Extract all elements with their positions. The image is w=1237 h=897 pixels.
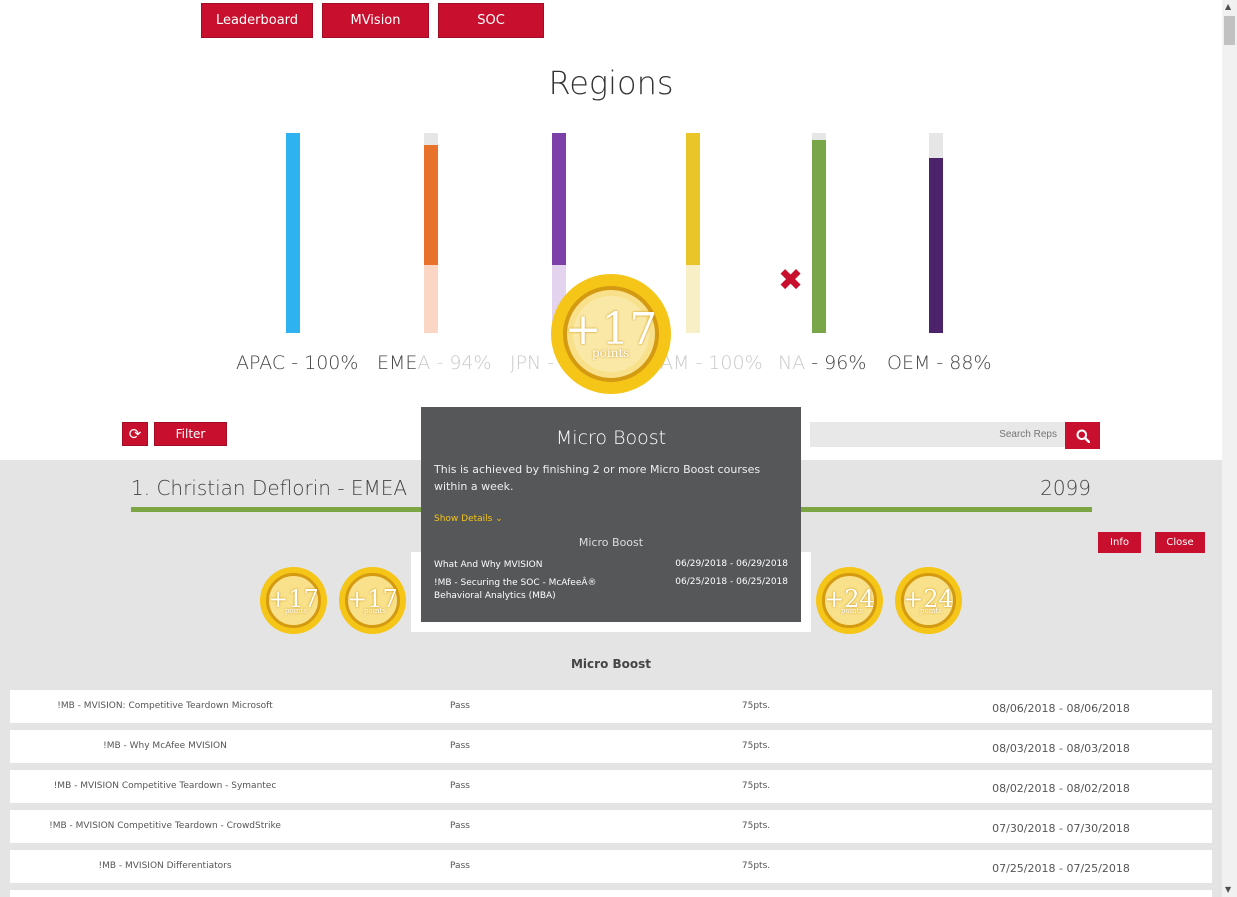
badge-medal[interactable]: +24 points xyxy=(816,567,883,634)
region-label-emea: EMEA - 94% xyxy=(377,352,492,374)
app-root: Leaderboard MVision SOC Regions ✖ APAC -… xyxy=(0,0,1237,897)
region-label-oem: OEM - 88% xyxy=(887,352,992,374)
region-label-jpn: JPN - xyxy=(510,352,555,374)
popup-item-date: 06/25/2018 - 06/25/2018 xyxy=(675,577,788,587)
top-nav: Leaderboard MVision SOC xyxy=(201,3,544,38)
medal-unit: points xyxy=(364,607,386,615)
show-details-link[interactable]: Show Details ⌄ xyxy=(434,514,503,524)
course-date: 07/25/2018 - 07/25/2018 xyxy=(992,862,1130,875)
badge-popup: Micro Boost This is achieved by finishin… xyxy=(421,407,801,622)
search-button[interactable] xyxy=(1065,422,1100,449)
big-medal-badge[interactable]: +17 points xyxy=(551,274,671,394)
region-bar-fill xyxy=(929,158,943,333)
scroll-up-icon[interactable]: ▲ xyxy=(1225,2,1231,11)
table-row[interactable]: !MB - MVISION: Competitive Teardown Micr… xyxy=(10,690,1212,723)
region-label-am: AM - 100% xyxy=(660,352,763,374)
region-bar-fill-light xyxy=(686,265,700,333)
badge-medal[interactable]: +17 points xyxy=(339,567,406,634)
table-row[interactable]: !MB - MVISION Competitive Teardown - Sym… xyxy=(10,770,1212,803)
course-status: Pass xyxy=(450,701,470,711)
region-bar-fill xyxy=(424,145,438,265)
course-list: !MB - MVISION: Competitive Teardown Micr… xyxy=(10,690,1212,897)
region-bar-fill xyxy=(686,133,700,265)
course-date: 07/30/2018 - 07/30/2018 xyxy=(992,822,1130,835)
medal-unit: points xyxy=(592,346,630,360)
course-name: !MB - MVISION Differentiators xyxy=(98,861,232,871)
popup-item-name: What And Why MVISION xyxy=(434,560,543,570)
badge-medal[interactable]: +17 points xyxy=(260,567,327,634)
course-name: !MB - MVISION: Competitive Teardown Micr… xyxy=(57,701,273,711)
popup-item-date: 06/29/2018 - 06/29/2018 xyxy=(675,559,788,569)
region-bar-fill xyxy=(552,133,566,265)
page-title: Regions xyxy=(548,64,674,102)
table-row[interactable]: !MB - Why McAfee MVISION Pass 75pts. 08/… xyxy=(10,730,1212,763)
region-bar-fill xyxy=(812,140,826,333)
info-button[interactable]: Info xyxy=(1098,532,1141,553)
course-points: 75pts. xyxy=(741,781,771,791)
region-bar-fill xyxy=(286,133,300,333)
soc-button[interactable]: SOC xyxy=(438,3,544,38)
course-name: !MB - MVISION Competitive Teardown - Sym… xyxy=(53,781,277,791)
mvision-button[interactable]: MVision xyxy=(322,3,429,38)
close-x-icon[interactable]: ✖ xyxy=(778,266,803,296)
course-status: Pass xyxy=(450,741,470,751)
course-status: Pass xyxy=(450,781,470,791)
search-reps-input[interactable] xyxy=(810,422,1065,447)
chevron-down-icon: ⌄ xyxy=(495,514,503,524)
refresh-button[interactable]: ⟳ xyxy=(122,422,148,446)
course-name: !MB - Why McAfee MVISION xyxy=(103,741,227,751)
course-points: 75pts. xyxy=(741,861,771,871)
popup-description: This is achieved by finishing 2 or more … xyxy=(434,463,761,493)
rep-name: 1. Christian Deflorin - EMEA xyxy=(131,476,408,500)
region-bar-fill-light xyxy=(424,265,438,333)
page-scrollbar[interactable]: ▲ ▼ xyxy=(1222,0,1237,897)
show-details-label: Show Details xyxy=(434,514,493,524)
course-points: 75pts. xyxy=(741,821,771,831)
scroll-thumb[interactable] xyxy=(1224,16,1235,45)
course-status: Pass xyxy=(450,861,470,871)
course-date: 08/06/2018 - 08/06/2018 xyxy=(992,702,1130,715)
refresh-icon: ⟳ xyxy=(128,425,142,443)
search-icon xyxy=(1076,429,1090,443)
popup-subtitle: Micro Boost xyxy=(578,536,644,549)
region-label-apac: APAC - 100% xyxy=(236,352,359,374)
medal-unit: points xyxy=(841,607,863,615)
course-status: Pass xyxy=(450,821,470,831)
table-row[interactable]: !MB - MVISION Differentiators Pass 75pts… xyxy=(10,850,1212,883)
filter-button[interactable]: Filter xyxy=(154,422,227,446)
popup-item-name: !MB - Securing the SOC - McAfeeÂ® Behavi… xyxy=(434,578,597,601)
popup-title: Micro Boost xyxy=(555,427,667,449)
course-points: 75pts. xyxy=(741,741,771,751)
section-heading: Micro Boost xyxy=(570,657,652,671)
course-points: 75pts. xyxy=(741,701,771,711)
rep-score: 2099 xyxy=(1040,476,1091,500)
table-row[interactable] xyxy=(10,890,1212,897)
scroll-down-icon[interactable]: ▼ xyxy=(1225,885,1231,894)
course-date: 08/03/2018 - 08/03/2018 xyxy=(992,742,1130,755)
medal-unit: points xyxy=(285,607,307,615)
course-name: !MB - MVISION Competitive Teardown - Cro… xyxy=(49,821,281,831)
medal-unit: points xyxy=(920,607,942,615)
table-row[interactable]: !MB - MVISION Competitive Teardown - Cro… xyxy=(10,810,1212,843)
region-label-na: NA - 96% xyxy=(778,352,867,374)
badge-medal[interactable]: +24 points xyxy=(895,567,962,634)
course-date: 08/02/2018 - 08/02/2018 xyxy=(992,782,1130,795)
leaderboard-button[interactable]: Leaderboard xyxy=(201,3,313,38)
close-button[interactable]: Close xyxy=(1155,532,1205,553)
